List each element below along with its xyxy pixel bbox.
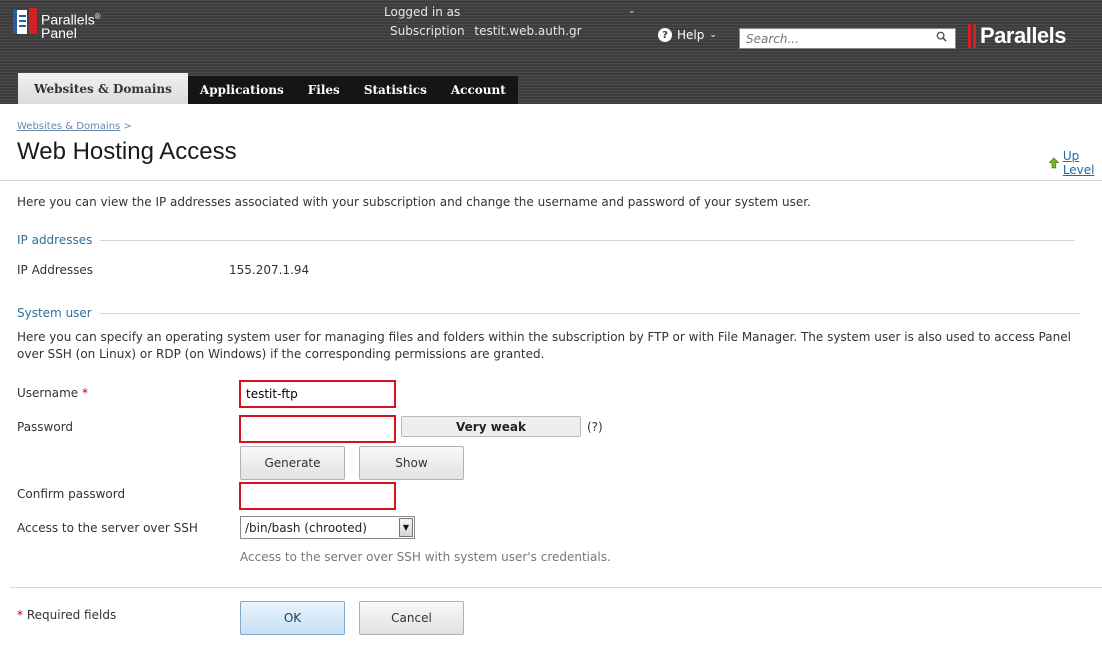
password-label: Password: [17, 420, 74, 434]
ssh-access-label: Access to the server over SSH: [17, 521, 198, 535]
logged-in-label: Logged in as: [384, 5, 461, 19]
search-box: [739, 28, 956, 49]
logo-line2: Panel: [41, 24, 77, 41]
tab-files[interactable]: Files: [295, 76, 352, 104]
breadcrumb-separator: >: [123, 121, 132, 132]
tab-statistics[interactable]: Statistics: [351, 76, 439, 104]
username-label-text: Username: [17, 386, 79, 400]
form-divider: [10, 587, 1102, 588]
tab-account[interactable]: Account: [438, 76, 518, 104]
password-input[interactable]: [241, 417, 394, 441]
parallels-brand: Parallels: [968, 23, 1067, 49]
up-level-link[interactable]: Up Level: [1063, 149, 1102, 177]
ip-section-title-text: IP addresses: [17, 233, 93, 247]
ssh-access-hint: Access to the server over SSH with syste…: [240, 550, 611, 564]
system-user-description: Here you can specify an operating system…: [17, 330, 1071, 361]
up-level[interactable]: Up Level: [1049, 149, 1102, 177]
search-icon[interactable]: [936, 31, 947, 42]
intro-text: Here you can view the IP addresses assoc…: [17, 195, 811, 209]
confirm-password-input[interactable]: [241, 484, 394, 508]
top-header: Parallels® Panel Logged in as Subscripti…: [0, 0, 1102, 104]
confirm-password-label: Confirm password: [17, 487, 126, 501]
login-info: Logged in as Subscription testit.web.aut…: [384, 3, 582, 41]
breadcrumb: Websites & Domains >: [17, 121, 132, 132]
ip-addresses-label: IP Addresses: [17, 263, 94, 277]
section-divider: [99, 312, 1080, 314]
main-content: Websites & Domains > Web Hosting Access …: [0, 104, 1102, 650]
breadcrumb-link[interactable]: Websites & Domains: [17, 121, 120, 132]
subscription-value[interactable]: testit.web.auth.gr: [474, 24, 581, 38]
cancel-button[interactable]: Cancel: [359, 601, 464, 635]
up-arrow-icon: [1049, 157, 1059, 169]
ssh-access-select[interactable]: /bin/bash (chrooted) ▼: [240, 516, 415, 539]
ok-button[interactable]: OK: [240, 601, 345, 635]
subscription-label: Subscription: [390, 24, 465, 38]
main-tabs: Websites & Domains Applications Files St…: [18, 73, 518, 104]
ssh-access-selected: /bin/bash (chrooted): [245, 520, 367, 535]
username-input[interactable]: [241, 382, 394, 406]
password-field: [239, 415, 396, 443]
parallels-bars-icon: [968, 24, 976, 48]
help-icon: ?: [658, 28, 672, 42]
show-button[interactable]: Show: [359, 446, 464, 480]
username-label: Username *: [17, 386, 88, 400]
brand-wordmark: Parallels: [980, 23, 1067, 48]
page-title: Web Hosting Access: [17, 138, 237, 165]
password-strength-help[interactable]: (?): [587, 420, 603, 434]
confirm-password-field: [239, 482, 396, 510]
title-divider: [0, 180, 1102, 181]
username-field: [239, 380, 396, 408]
required-fields-note: * Required fields: [17, 608, 116, 622]
help-menu[interactable]: ? Help ⌄: [658, 28, 717, 42]
user-menu-chevron-icon[interactable]: ⌄: [628, 6, 636, 16]
help-label: Help: [677, 28, 705, 42]
password-strength-meter: Very weak: [401, 416, 581, 437]
tab-applications[interactable]: Applications: [187, 76, 296, 104]
system-user-title-text: System user: [17, 306, 92, 320]
tab-websites-domains[interactable]: Websites & Domains: [18, 73, 188, 104]
dropdown-arrow-icon[interactable]: ▼: [399, 518, 413, 537]
help-chevron-icon: ⌄: [709, 30, 717, 40]
system-user-section-title: System user: [17, 306, 1080, 320]
required-asterisk: *: [17, 608, 23, 622]
section-divider: [100, 239, 1076, 241]
ip-addresses-value: 155.207.1.94: [229, 263, 310, 277]
ip-section-title: IP addresses: [17, 233, 1076, 247]
search-input[interactable]: [740, 29, 920, 48]
required-fields-text: Required fields: [26, 608, 117, 622]
panel-logo[interactable]: Parallels® Panel: [13, 8, 101, 40]
required-asterisk: *: [82, 386, 88, 400]
generate-button[interactable]: Generate: [240, 446, 345, 480]
parallels-logo-icon: [13, 8, 37, 34]
